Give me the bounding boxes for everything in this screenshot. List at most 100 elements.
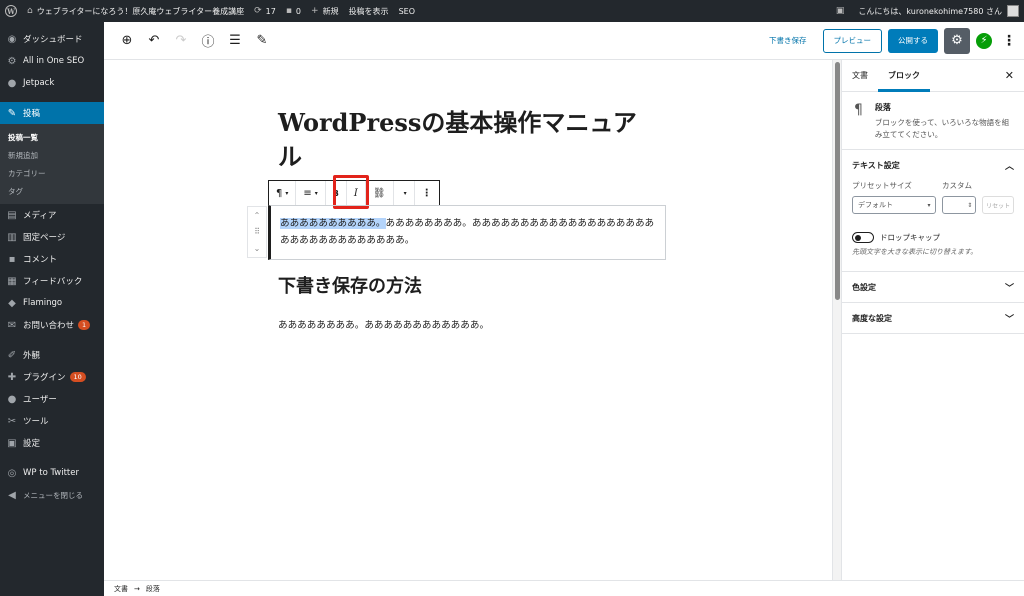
close-icon: ✕ (1004, 69, 1014, 82)
block-mover: ⌃ ⠿ ⌄ (247, 206, 267, 258)
sidebar-item-label: 設定 (23, 439, 41, 449)
tab-document[interactable]: 文書 (842, 60, 878, 92)
sidebar-item-label: 外観 (23, 351, 41, 361)
scrollbar-thumb[interactable] (835, 62, 840, 300)
sidebar-item-label: コメント (23, 255, 58, 265)
tab-block[interactable]: ブロック (878, 60, 930, 92)
submenu-item-tags[interactable]: タグ (0, 182, 104, 200)
block-type-switcher[interactable]: ¶ ▾ (269, 181, 297, 205)
comments-link[interactable]: ▪ 0 (281, 0, 306, 22)
breadcrumb-paragraph[interactable]: 段落 (146, 584, 160, 594)
submenu-item-add-new[interactable]: 新規追加 (0, 146, 104, 164)
seo-link[interactable]: SEO (394, 0, 420, 22)
sidebar-item-contact[interactable]: ✉ お問い合わせ 1 (0, 314, 104, 336)
plus-icon: + (311, 6, 319, 16)
site-name-link[interactable]: ⌂ ウェブライターになろう！原久庵ウェブライター養成講座 (22, 0, 249, 22)
sidebar-item-posts[interactable]: ✎ 投稿 (0, 102, 104, 124)
dropcap-help-text: 先頭文字を大きな表示に切り替えます。 (852, 248, 978, 256)
paragraph-block[interactable]: ああああああああ。ああああああああああああ。 (278, 317, 489, 331)
tools-button[interactable]: ✎ (249, 28, 275, 54)
sidebar-collapse-menu[interactable]: ◀ メニューを閉じる (0, 484, 104, 506)
submenu-item-all-posts[interactable]: 投稿一覧 (0, 128, 104, 146)
settings-toggle-button[interactable]: ⚙ (944, 27, 970, 54)
chevron-down-icon: ▾ (285, 189, 289, 197)
sidebar-item-wp-to-twitter[interactable]: ◎ WP to Twitter (0, 462, 104, 484)
admin-sidebar: ◉ ダッシュボード ⚙ All in One SEO ● Jetpack ✎ 投… (0, 22, 104, 596)
move-down-button[interactable]: ⌄ (254, 244, 261, 253)
new-content-link[interactable]: + 新規 (306, 0, 344, 22)
preview-button[interactable]: プレビュー (822, 28, 882, 53)
more-vertical-icon: ⋮ (1002, 32, 1016, 49)
editor-scrollbar[interactable] (832, 60, 841, 580)
outline-button[interactable]: ☰ (222, 28, 248, 54)
sidebar-item-flamingo[interactable]: ◆ Flamingo (0, 292, 104, 314)
link-icon: ⛓ (372, 187, 386, 199)
publish-button[interactable]: 公開する (888, 28, 938, 53)
sidebar-item-appearance[interactable]: ✐ 外観 (0, 344, 104, 366)
sidebar-item-feedback[interactable]: ▦ フィードバック (0, 270, 104, 292)
color-settings-toggle[interactable]: 色設定 ﹀ (842, 272, 1024, 302)
redo-button[interactable]: ↷ (168, 28, 194, 54)
sidebar-item-comments[interactable]: ▪ コメント (0, 248, 104, 270)
reset-button[interactable]: リセット (982, 196, 1014, 214)
preset-size-label: プリセットサイズ (852, 181, 912, 190)
sidebar-item-label: ユーザー (23, 395, 57, 405)
drag-handle-icon[interactable]: ⠿ (254, 227, 260, 236)
sidebar-item-dashboard[interactable]: ◉ ダッシュボード (0, 28, 104, 50)
notification-icon-item[interactable]: ▣ (831, 0, 854, 22)
jetpack-button[interactable]: ⚡ (976, 32, 992, 49)
more-rich-text-button[interactable]: ▾ (394, 181, 415, 205)
align-left-icon: ≡ (303, 187, 312, 199)
post-title[interactable]: WordPressの基本操作マニュアル (278, 106, 658, 174)
settings-sidebar: 文書 ブロック ✕ ¶ 段落 ブロックを使って、いろいろな物語を組み立ててくださ… (841, 60, 1024, 580)
dropcap-toggle[interactable] (852, 232, 874, 243)
sidebar-item-aioseo[interactable]: ⚙ All in One SEO (0, 50, 104, 72)
selected-text: ああああああああああ。 (280, 218, 386, 229)
heading-block[interactable]: 下書き保存の方法 (278, 272, 422, 298)
info-button[interactable]: ⓘ (195, 28, 221, 54)
sidebar-item-users[interactable]: ● ユーザー (0, 388, 104, 410)
sidebar-item-settings[interactable]: ▣ 設定 (0, 432, 104, 454)
text-settings-toggle[interactable]: テキスト設定 ︿ (842, 150, 1024, 180)
sidebar-item-pages[interactable]: ▥ 固定ページ (0, 226, 104, 248)
sidebar-item-media[interactable]: ▤ メディア (0, 204, 104, 226)
undo-button[interactable]: ↶ (141, 28, 167, 54)
plugin-icon: ✚ (7, 371, 17, 383)
submenu-item-categories[interactable]: カテゴリー (0, 164, 104, 182)
view-post-link[interactable]: 投稿を表示 (344, 0, 394, 22)
sidebar-item-jetpack[interactable]: ● Jetpack (0, 72, 104, 94)
breadcrumb-document[interactable]: 文書 (114, 584, 128, 594)
wp-logo-menu[interactable]: W (0, 0, 22, 22)
settings-icon: ▣ (7, 437, 17, 449)
my-account-link[interactable]: こんにちは、kuronekohime7580 さん (853, 0, 1024, 22)
advanced-settings-toggle[interactable]: 高度な設定 ﹀ (842, 303, 1024, 333)
home-icon: ⌂ (27, 6, 33, 16)
view-post-label: 投稿を表示 (348, 6, 389, 16)
sidebar-item-tools[interactable]: ✂ ツール (0, 410, 104, 432)
new-label: 新規 (322, 6, 339, 16)
plus-circle-icon: ⊕ (121, 33, 133, 48)
save-draft-button[interactable]: 下書き保存 (769, 35, 807, 46)
link-button[interactable]: ⛓ (366, 181, 394, 205)
sidebar-item-label: All in One SEO (23, 56, 85, 66)
updates-link[interactable]: ⟳ 17 (249, 0, 281, 22)
align-button[interactable]: ≡ ▾ (296, 181, 326, 205)
contact-badge: 1 (78, 320, 91, 330)
more-menu-button[interactable]: ⋮ (1002, 33, 1016, 49)
block-options-button[interactable]: ⋮ (415, 181, 439, 205)
custom-size-input[interactable]: ⇕ (942, 196, 977, 214)
updates-count: 17 (265, 6, 276, 16)
close-sidebar-button[interactable]: ✕ (1005, 69, 1014, 82)
custom-size-label: カスタム (942, 181, 972, 190)
sidebar-item-plugins[interactable]: ✚ プラグイン 10 (0, 366, 104, 388)
section-title: 色設定 (852, 282, 876, 292)
move-up-button[interactable]: ⌃ (254, 211, 261, 220)
plugins-badge: 10 (69, 372, 86, 382)
jetpack-icon: ● (7, 77, 17, 89)
gear-icon: ⚙ (951, 33, 963, 48)
add-block-button[interactable]: ⊕ (114, 28, 140, 54)
sidebar-item-label: 投稿 (23, 109, 41, 119)
font-size-select[interactable]: デフォルト ▾ (852, 196, 937, 214)
paragraph-block-selected[interactable]: ああああああああああ。ああああああああ。ああああああああああああああああああああ… (268, 205, 666, 260)
section-title: 高度な設定 (852, 313, 892, 323)
